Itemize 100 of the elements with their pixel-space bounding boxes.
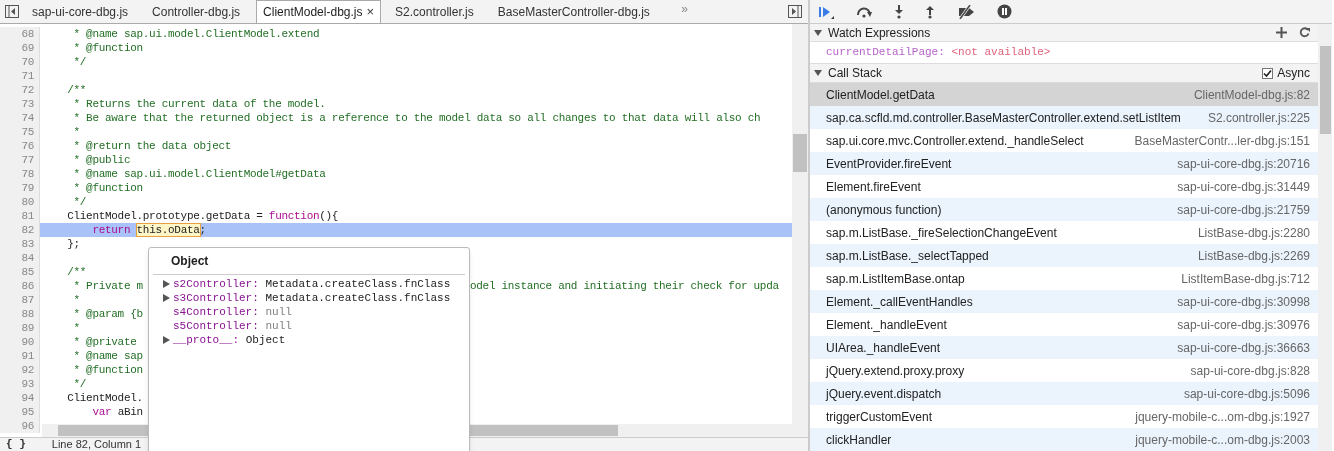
function-name: sap.m.ListBase._selectTapped — [826, 247, 989, 265]
code-text: * Be aware that the returned object is a reference to the model data so all changes to that data will also ch — [72, 111, 761, 125]
source-link[interactable]: sap-ui-core-dbg.js:828 — [1182, 361, 1310, 380]
line-number: 71 — [0, 69, 40, 83]
sidebar-toggle-icon[interactable] — [5, 5, 19, 18]
call-stack-frame[interactable]: UIArea._handleEvent sap-ui-core-dbg.js:36663 — [810, 336, 1318, 359]
source-link[interactable]: jquery-mobile-c...om-dbg.js:2003 — [1127, 430, 1310, 449]
source-link[interactable]: sap-ui-core-dbg.js:20716 — [1169, 154, 1310, 173]
call-stack-frame[interactable]: sap.ca.scfld.md.controller.BaseMasterController.extend.setListItem S2.controller.js:225 — [810, 106, 1318, 129]
object-property[interactable]: s3Controller: Metadata.createClass.fnClass — [173, 291, 451, 305]
close-icon[interactable]: × — [366, 2, 375, 22]
function-name: clickHandler — [826, 431, 892, 449]
function-name: sap.m.ListBase._fireSelectionChangeEvent — [826, 224, 1057, 242]
call-stack-frame[interactable]: clickHandler jquery-mobile-c...om-dbg.js:2003 — [810, 428, 1318, 451]
line-number: 85 — [0, 265, 40, 279]
source-link[interactable]: ClientModel-dbg.js:82 — [1185, 85, 1310, 104]
section-header[interactable]: Call Stack — [828, 64, 883, 82]
call-stack-frame[interactable]: Element._callEventHandles sap-ui-core-dbg.js:30998 — [810, 290, 1318, 313]
function-name: sap.ui.core.mvc.Controller.extend._handleSelect — [826, 132, 1084, 150]
source-link[interactable]: jquery-mobile-c...om-dbg.js:1927 — [1127, 407, 1310, 426]
object-property[interactable]: s2Controller: Metadata.createClass.fnClass — [173, 277, 451, 291]
expand-triangle-icon[interactable] — [163, 336, 170, 344]
collapse-triangle-icon[interactable] — [814, 28, 822, 37]
vertical-scrollbar[interactable] — [1318, 24, 1332, 451]
line-number: 74 — [0, 111, 40, 125]
function-name: EventProvider.fireEvent — [826, 155, 952, 173]
line-number: 86 — [0, 279, 40, 293]
code-text: odel instance and initiating their check for upda — [470, 279, 779, 293]
code-text: * @name sap — [72, 349, 143, 363]
line-number: 94 — [0, 391, 40, 405]
collapse-triangle-icon[interactable] — [814, 69, 822, 77]
source-link[interactable]: ListItemBase-dbg.js:712 — [1173, 269, 1310, 288]
line-number: 73 — [0, 97, 40, 111]
code-text: * Returns the current data of the model. — [72, 97, 326, 111]
function-name: Element.fireEvent — [826, 178, 921, 196]
source-link[interactable]: sap-ui-core-dbg.js:31449 — [1169, 177, 1310, 196]
editor-tab[interactable]: S2.controller.js — [387, 0, 482, 23]
checkbox-label[interactable]: Async — [1277, 64, 1310, 82]
pretty-print-button[interactable]: { } — [0, 436, 32, 451]
editor-tab[interactable]: sap-ui-core-dbg.js — [24, 0, 137, 23]
code-token: ; — [199, 224, 206, 236]
line-number: 81 — [0, 209, 40, 223]
function-name: triggerCustomEvent — [826, 408, 933, 426]
function-name: (anonymous function) — [826, 201, 942, 219]
line-number: 69 — [0, 41, 40, 55]
step-into-icon[interactable] — [894, 4, 904, 19]
editor-tab[interactable]: BaseMasterController-dbg.js — [489, 0, 658, 23]
line-number: 87 — [0, 293, 40, 307]
line-number: 79 — [0, 181, 40, 195]
async-checkbox[interactable] — [1262, 67, 1274, 79]
call-stack-frame[interactable]: sap.m.ListBase._selectTapped ListBase-dbg.js:2269 — [810, 244, 1318, 267]
expand-triangle-icon[interactable] — [163, 294, 170, 302]
source-link[interactable]: ListBase-dbg.js:2280 — [1189, 223, 1310, 242]
call-stack-frame[interactable]: ClientModel.getData ClientModel-dbg.js:82 — [810, 83, 1318, 106]
call-stack-frame[interactable]: jQuery.event.dispatch sap-ui-core-dbg.js:5096 — [810, 382, 1318, 405]
watch-expression[interactable]: currentDetailPage: <not available> — [810, 42, 1318, 63]
vertical-scrollbar[interactable] — [792, 24, 808, 437]
call-stack-frame[interactable]: (anonymous function) sap-ui-core-dbg.js:21759 — [810, 198, 1318, 221]
function-name: Element._handleEvent — [826, 316, 947, 334]
deactivate-breakpoints-icon[interactable] — [956, 4, 976, 19]
line-number: 93 — [0, 377, 40, 391]
source-link[interactable]: BaseMasterContr...ler-dbg.js:151 — [1126, 131, 1310, 150]
source-link[interactable]: sap-ui-core-dbg.js:21759 — [1169, 200, 1310, 219]
code-text: * — [72, 321, 80, 335]
scrollbar-thumb[interactable] — [793, 134, 807, 172]
source-link[interactable]: S2.controller.js:225 — [1199, 108, 1310, 127]
step-out-icon[interactable] — [925, 4, 935, 19]
object-property[interactable]: __proto__: Object — [173, 333, 286, 347]
line-number: 82 — [0, 223, 40, 237]
source-link[interactable]: sap-ui-core-dbg.js:30998 — [1169, 292, 1310, 311]
scrollbar-thumb[interactable] — [1320, 46, 1331, 134]
code-text: * @function — [72, 41, 143, 55]
line-number: 70 — [0, 55, 40, 69]
editor-tab[interactable]: ClientModel-dbg.js × — [256, 0, 382, 23]
pause-icon[interactable] — [997, 4, 1012, 19]
hovered-expression[interactable]: this.oData — [136, 224, 200, 236]
code-text: * @public — [72, 153, 131, 167]
function-name: sap.m.ListItemBase.ontap — [826, 270, 965, 288]
object-property: s4Controller: null — [173, 305, 292, 319]
code-text: * @param {b — [72, 307, 143, 321]
source-link[interactable]: sap-ui-core-dbg.js:36663 — [1169, 338, 1310, 357]
step-over-icon[interactable] — [855, 5, 873, 18]
line-number: 89 — [0, 321, 40, 335]
add-icon[interactable] — [1276, 27, 1287, 38]
editor-tab[interactable]: Controller-dbg.js — [144, 0, 249, 23]
code-text: * @private — [72, 335, 137, 349]
expand-triangle-icon[interactable] — [163, 280, 170, 288]
cursor-position: Line 82, Column 1 — [51, 437, 142, 451]
resume-icon[interactable] — [818, 4, 834, 19]
source-link[interactable]: ListBase-dbg.js:2269 — [1189, 246, 1310, 265]
function-name: ClientModel.getData — [826, 86, 935, 104]
code-text: * — [72, 293, 80, 307]
source-link[interactable]: sap-ui-core-dbg.js:30976 — [1169, 315, 1310, 334]
refresh-icon[interactable] — [1299, 27, 1310, 38]
panel-toggle-icon[interactable] — [788, 5, 802, 18]
source-link[interactable]: sap-ui-core-dbg.js:5096 — [1175, 384, 1310, 403]
call-stack-frame[interactable]: EventProvider.fireEvent sap-ui-core-dbg.js:20716 — [810, 152, 1318, 175]
line-number: 91 — [0, 349, 40, 363]
code-text: * — [72, 125, 80, 139]
line-number: 80 — [0, 195, 40, 209]
